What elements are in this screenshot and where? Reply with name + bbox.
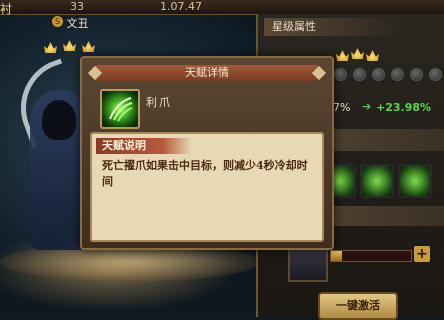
material-progress-fill [331,251,343,261]
crown-star-icon [366,50,379,61]
empty-star-slot [410,68,423,81]
one-click-activate-button[interactable]: 一键激活 [318,292,398,320]
empty-star-slot [353,68,366,81]
description-text: 死亡擢爪如果击中目标，则减少4秒冷却时间 [102,159,308,188]
panel-header: 星级属性 [264,18,402,36]
topbar-fragment: 1.07.47 [160,0,202,13]
talent-description-box: 天赋说明 死亡擢爪如果击中目标，则减少4秒冷却时间 [90,132,324,242]
talent-section-bar [328,129,444,151]
talent-detail-dialog: 天赋详情 利爪 天赋说明 死亡擢爪如果击中目标，则减少4秒冷却时间 [80,56,334,250]
crown-star-icon [351,48,364,59]
topbar-fragment: 33 [70,0,84,13]
empty-star-slot [334,68,347,81]
crown-star-icon [336,50,349,61]
talent-icon[interactable] [360,164,394,198]
dialog-title: 天赋详情 [96,65,318,81]
stat-new-value: +23.98% [376,101,432,114]
arrow-right-icon: ➔ [362,100,372,113]
talent-icon[interactable] [398,164,432,198]
material-section-bar [328,206,444,226]
hero-name: 文丑 [66,17,89,30]
description-header: 天赋说明 [96,138,192,154]
empty-star-slot [391,68,404,81]
add-material-button[interactable]: + [414,246,430,262]
claw-icon [100,89,140,129]
left-edge-text: 衬 [0,2,13,16]
top-status-bar: 33 1.07.47 [0,0,444,15]
empty-star-slot [372,68,385,81]
hero-hood [42,100,76,140]
empty-star-slot [429,68,442,81]
skill-name: 利爪 [146,96,172,109]
material-progress-bar [330,250,412,262]
